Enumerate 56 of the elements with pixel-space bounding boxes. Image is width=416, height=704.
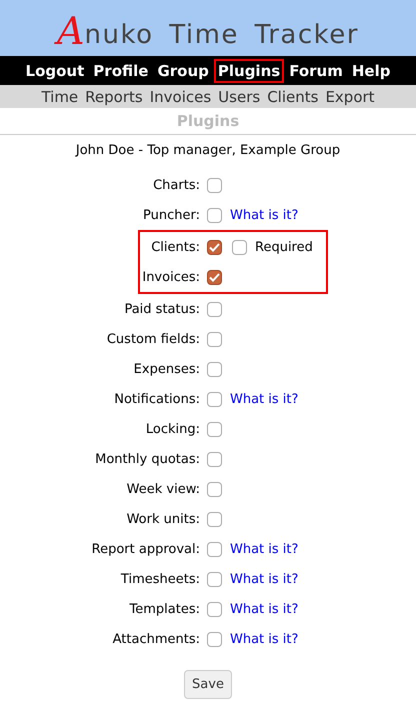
checkbox[interactable] (207, 572, 222, 586)
plugin-label: Attachments: (112, 632, 201, 646)
plugin-label: Locking: (144, 422, 201, 436)
plugin-label: Puncher: (142, 208, 201, 222)
page-title: Plugins (0, 108, 416, 135)
plugin-label: Report approval: (90, 542, 201, 556)
option-label: Required (255, 240, 313, 254)
checkbox[interactable] (207, 362, 222, 376)
menu-link[interactable]: Profile (89, 58, 152, 82)
submenu-link[interactable]: Reports (85, 88, 143, 106)
checkbox[interactable] (207, 302, 222, 316)
checkbox[interactable] (207, 632, 222, 646)
submenu-link[interactable]: Export (325, 88, 375, 106)
menu-link[interactable]: Help (348, 58, 394, 82)
what-is-it-link[interactable]: What is it? (230, 602, 298, 616)
what-is-it-link[interactable]: What is it? (230, 572, 298, 586)
checkbox[interactable] (207, 542, 222, 556)
checkbox[interactable] (207, 602, 222, 616)
checkbox[interactable] (207, 512, 222, 526)
plugin-label: Clients: (150, 240, 201, 254)
checkbox[interactable] (207, 482, 222, 496)
plugin-label: Paid status: (123, 302, 201, 316)
plugin-label: Notifications: (113, 392, 201, 406)
submenu-link[interactable]: Users (218, 88, 260, 106)
submenu-link[interactable]: Invoices (150, 88, 212, 106)
checkbox[interactable] (207, 452, 222, 466)
plugin-label: Monthly quotas: (94, 452, 201, 466)
logo-text: nuko Time Tracker (84, 20, 359, 50)
checkbox[interactable] (232, 240, 247, 254)
what-is-it-link[interactable]: What is it? (230, 542, 298, 556)
save-button[interactable]: Save (184, 670, 232, 699)
checkbox[interactable] (207, 240, 222, 254)
what-is-it-link[interactable]: What is it? (230, 392, 298, 406)
submenu-link[interactable]: Time (41, 88, 78, 106)
plugin-label: Timesheets: (120, 572, 201, 586)
checkbox[interactable] (207, 332, 222, 346)
checkbox[interactable] (207, 422, 222, 436)
user-info: John Doe - Top manager, Example Group (74, 143, 342, 158)
plugin-label: Templates: (128, 602, 201, 616)
menu-link[interactable]: Plugins (214, 58, 284, 82)
plugin-label: Invoices: (141, 270, 201, 284)
what-is-it-link[interactable]: What is it? (230, 208, 298, 222)
submenu-link[interactable]: Clients (267, 88, 318, 106)
plugin-label: Work units: (126, 512, 201, 526)
menu-link[interactable]: Forum (285, 58, 347, 82)
what-is-it-link[interactable]: What is it? (230, 632, 298, 646)
plugin-label: Week view: (126, 482, 201, 496)
checkbox[interactable] (207, 178, 222, 192)
checkbox[interactable] (207, 392, 222, 406)
menu-link[interactable]: Logout (22, 58, 88, 82)
plugin-label: Expenses: (132, 362, 201, 376)
plugin-label: Custom fields: (106, 332, 201, 346)
checkbox[interactable] (207, 208, 222, 222)
checkbox[interactable] (207, 270, 222, 284)
plugin-label: Charts: (152, 178, 201, 192)
menu-link[interactable]: Group (153, 58, 213, 82)
